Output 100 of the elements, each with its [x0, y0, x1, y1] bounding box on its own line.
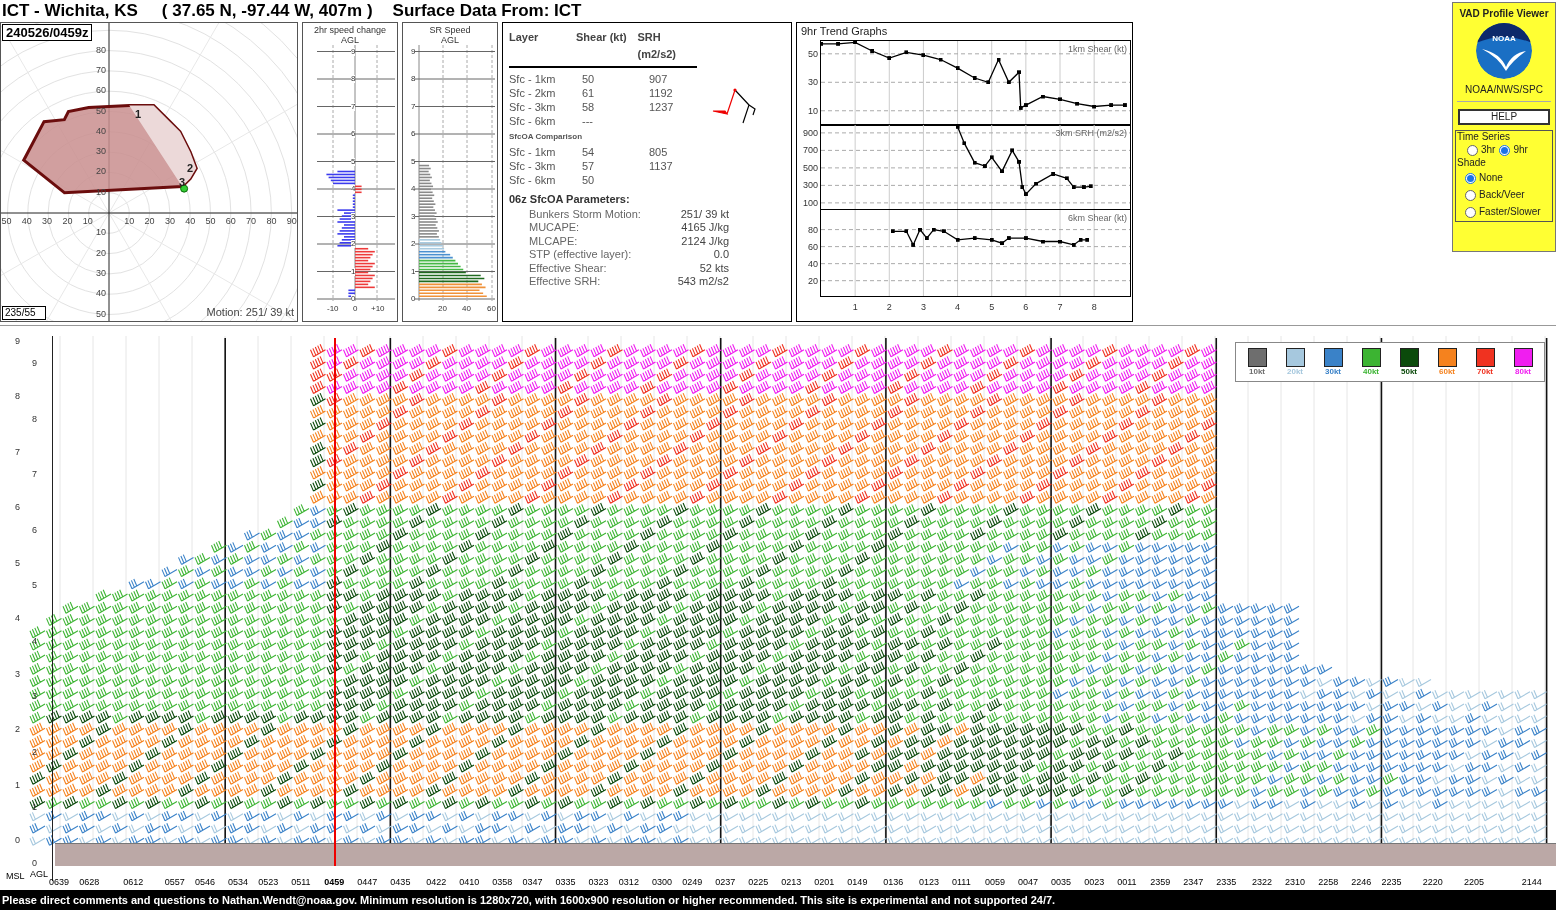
time-label[interactable]: 0201 — [814, 878, 835, 887]
time-label[interactable]: 0011 — [1117, 878, 1137, 887]
height-label: 5 — [351, 157, 356, 166]
time-label[interactable]: 2246 — [1351, 878, 1372, 887]
hodograph-axis-label: 20 — [144, 217, 155, 226]
axis-tick-label: 40 — [807, 259, 818, 269]
srh-cell: 907 — [649, 72, 668, 86]
time-label[interactable]: 2220 — [1422, 878, 1443, 887]
height-label: 1 — [411, 267, 416, 276]
srh-cell: 805 — [649, 145, 668, 159]
time-label[interactable]: 0323 — [588, 878, 609, 887]
time-label[interactable]: 0358 — [492, 878, 513, 887]
radio-button[interactable] — [1465, 172, 1476, 184]
hodograph-axis-label: 10 — [96, 228, 106, 238]
legend-label: 40kt — [1363, 368, 1379, 376]
time-label[interactable]: 0422 — [426, 878, 447, 887]
radio-option[interactable]: Back/Veer — [1465, 188, 1551, 202]
agl-height-label: 3 — [15, 669, 20, 679]
time-label[interactable]: 2322 — [1252, 878, 1273, 887]
radio-option[interactable]: Faster/Slower — [1465, 205, 1551, 219]
hodograph-axis-label: 50 — [96, 106, 106, 116]
time-label[interactable]: 0628 — [79, 878, 100, 887]
height-label: 0 — [411, 295, 416, 303]
time-label[interactable]: 0347 — [522, 878, 543, 887]
time-label[interactable]: 0123 — [918, 878, 939, 887]
radio-button[interactable] — [1467, 144, 1478, 156]
time-label[interactable]: 0300 — [651, 878, 672, 887]
hodograph-axis-label: 70 — [96, 65, 106, 75]
time-label[interactable]: 2144 — [1521, 878, 1542, 887]
hodograph-axis-label: 40 — [185, 217, 196, 226]
radio-option[interactable]: 9hr — [1499, 143, 1528, 157]
time-label[interactable]: 0523 — [258, 878, 279, 887]
height-mark: 3 — [179, 177, 186, 188]
time-label[interactable]: 2310 — [1285, 878, 1306, 887]
height-label: 8 — [411, 75, 416, 83]
time-label[interactable]: 0435 — [390, 878, 411, 887]
time-label[interactable]: 0546 — [194, 878, 215, 887]
height-label: 8 — [351, 75, 356, 83]
height-mark: 2 — [187, 163, 194, 174]
time-label[interactable]: 0047 — [1018, 878, 1039, 887]
trend-chart-title: 1km Shear (kt) — [1068, 43, 1127, 56]
time-label[interactable]: 0410 — [459, 878, 480, 887]
time-label[interactable]: 0149 — [847, 878, 868, 887]
radio-option[interactable]: None — [1465, 171, 1551, 185]
time-label[interactable]: 2205 — [1464, 878, 1485, 887]
footer-text: Please direct comments and questions to Nathan.Wendt@noaa.gov. Minimum resolution is 1280x720, with 1600x900 resolution or higher recommended. This site is experimental and not supported 24/7. — [2, 892, 1056, 908]
srh-cell: 1137 — [649, 159, 673, 173]
time-label[interactable]: 0213 — [781, 878, 802, 887]
column-header: Layer — [509, 30, 540, 45]
time-label[interactable]: 0111 — [951, 878, 971, 887]
radio-button[interactable] — [1465, 189, 1476, 201]
parameter-label: MUCAPE: — [529, 221, 580, 235]
legend-label: 10kt — [1249, 368, 1265, 376]
time-label[interactable]: 0511 — [291, 878, 311, 887]
hodograph-axis-label: 60 — [225, 217, 236, 226]
hodograph-axis-label: 60 — [96, 86, 106, 96]
time-label[interactable]: 0237 — [715, 878, 736, 887]
axis-tick-label: 2 — [885, 303, 893, 312]
time-label[interactable]: 2258 — [1318, 878, 1339, 887]
help-button[interactable]: HELP — [1458, 109, 1550, 125]
parameter-label: Effective SRH: — [529, 275, 601, 289]
time-label[interactable]: 0335 — [555, 878, 576, 887]
time-label[interactable]: 0249 — [682, 878, 703, 887]
time-label[interactable]: 0059 — [985, 878, 1006, 887]
msl-height-label: 4 — [32, 636, 37, 646]
hodograph-axis-label: 50 — [205, 217, 216, 226]
time-label[interactable]: 0225 — [748, 878, 769, 887]
hodograph-axis-label: 50 — [96, 309, 106, 319]
hodograph-axis-label: 30 — [164, 217, 175, 226]
msl-height-label: 8 — [32, 414, 37, 424]
time-label[interactable]: 0136 — [883, 878, 904, 887]
hodograph-axis-label: 40 — [96, 126, 106, 136]
time-label[interactable]: 0639 — [49, 878, 70, 887]
height-label: 4 — [411, 185, 416, 193]
time-label[interactable]: 0557 — [164, 878, 185, 887]
radio-option[interactable]: 3hr — [1467, 143, 1496, 157]
time-label[interactable]: 0312 — [618, 878, 639, 887]
time-label[interactable]: 0035 — [1051, 878, 1072, 887]
time-label[interactable]: 2235 — [1381, 878, 1402, 887]
parameter-value: 251/ 39 kt — [680, 207, 729, 221]
trend-chart-title: 3km SRH (m2/s2) — [1055, 127, 1127, 140]
time-label[interactable]: 0459 — [324, 878, 345, 887]
radio-button[interactable] — [1465, 206, 1476, 218]
radio-button[interactable] — [1499, 144, 1511, 156]
axis-tick-label: 500 — [801, 163, 818, 173]
hodograph-axis-label: 20 — [96, 167, 106, 177]
panel-title: SR Speed AGL — [428, 25, 472, 45]
time-label[interactable]: 2359 — [1150, 878, 1171, 887]
height-label: 6 — [411, 130, 416, 138]
time-label[interactable]: 0447 — [357, 878, 378, 887]
time-label[interactable]: 0612 — [123, 878, 144, 887]
hodograph-axis-label: 90 — [286, 217, 297, 226]
storm-motion-label: Motion: 251/ 39 kt — [206, 304, 294, 320]
layer-cell-text: Sfc - 3km — [509, 159, 557, 173]
time-label[interactable]: 0534 — [227, 878, 248, 887]
height-label: 9 — [411, 47, 416, 56]
layer-cell-text: Sfc - 6km — [509, 173, 557, 187]
time-label[interactable]: 2347 — [1183, 878, 1204, 887]
time-label[interactable]: 2335 — [1216, 878, 1237, 887]
time-label[interactable]: 0023 — [1084, 878, 1105, 887]
